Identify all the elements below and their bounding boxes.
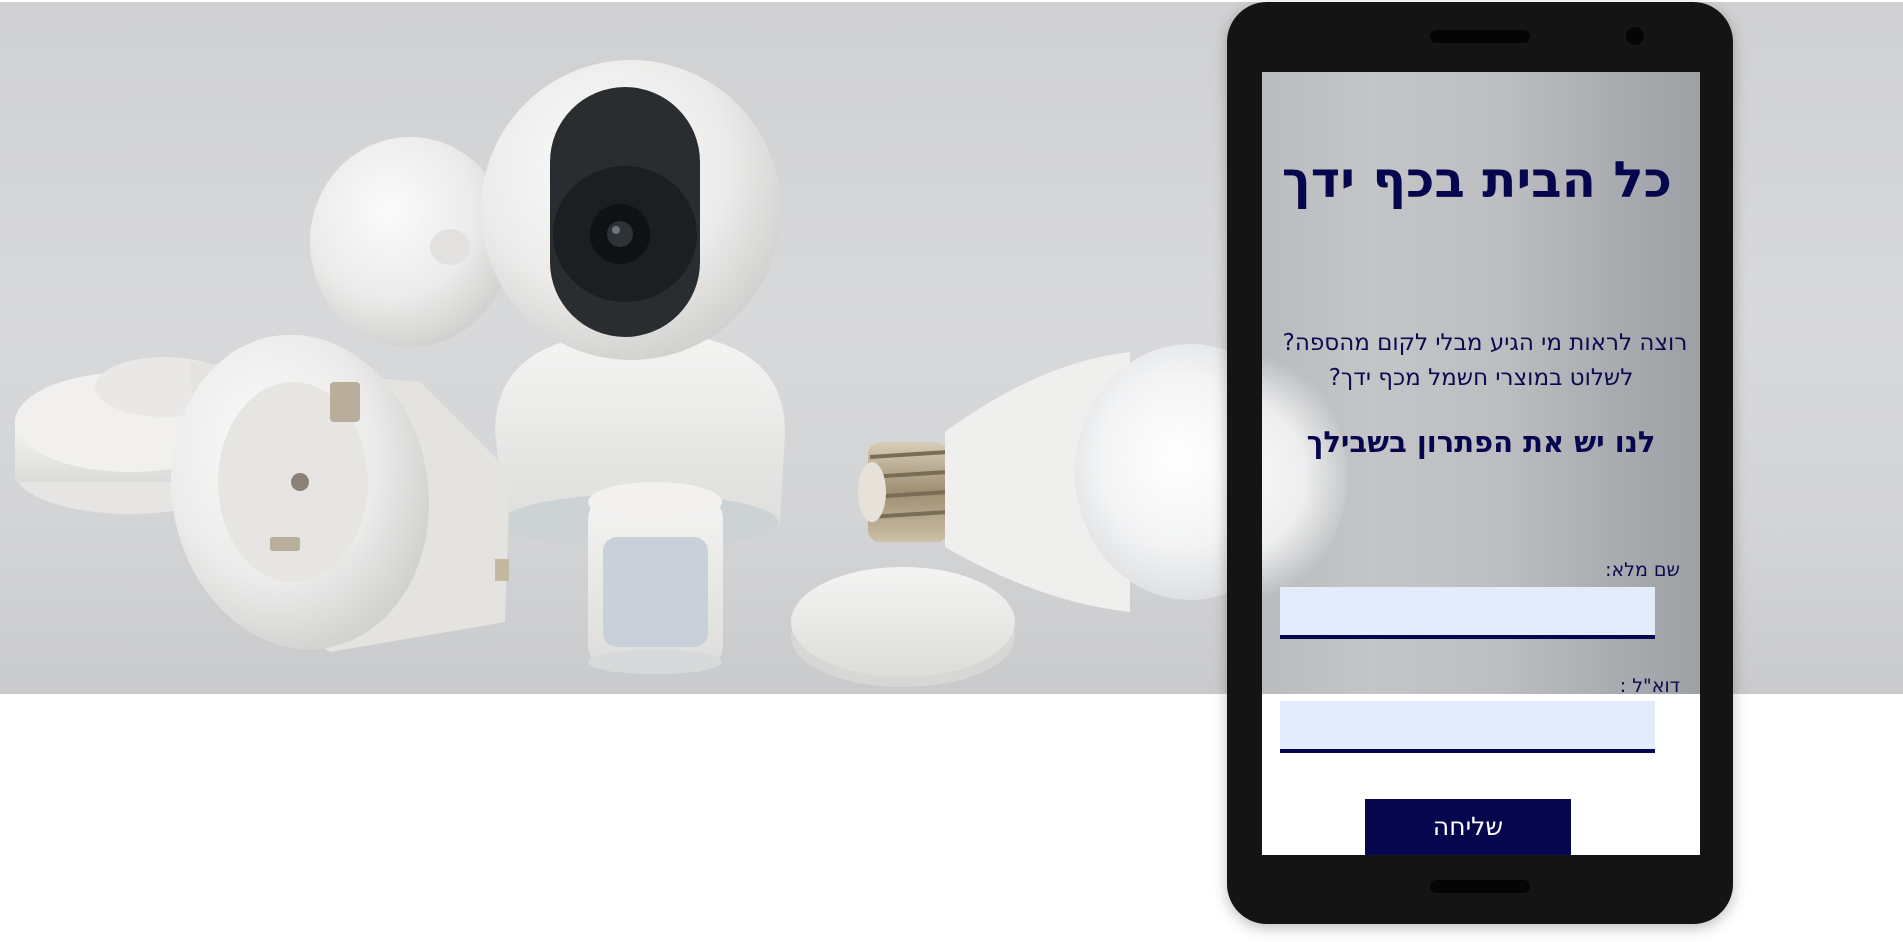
page-title: כל הבית בכף ידך: [1281, 151, 1672, 209]
security-camera-device: [481, 60, 781, 360]
landing-page: כל הבית בכף ידך רוצה לראות מי הגיע מבלי …: [0, 0, 1903, 942]
smart-plug-device: [170, 334, 510, 652]
phone-screen: כל הבית בכף ידך רוצה לראות מי הגיע מבלי …: [1262, 72, 1700, 855]
phone-camera-icon: [1626, 27, 1644, 45]
question-text-line2: לשלוט במוצרי חשמל מכף ידך?: [1328, 365, 1634, 391]
tagline: לנו יש את הפתרון בשבילך: [1306, 425, 1656, 459]
email-label: דוא"ל :: [1619, 675, 1680, 697]
full-name-input[interactable]: [1280, 587, 1655, 639]
wireless-button-device: [791, 567, 1015, 687]
phone-home-bar: [1430, 880, 1530, 893]
signup-form: כל הבית בכף ידך רוצה לראות מי הגיע מבלי …: [1262, 72, 1700, 855]
submit-button[interactable]: שליחה: [1365, 799, 1571, 855]
hub-device: [310, 137, 510, 347]
full-name-label: שם מלא:: [1605, 559, 1680, 581]
motion-sensor-device: [588, 482, 723, 674]
email-input[interactable]: [1280, 701, 1655, 753]
phone-speaker: [1430, 30, 1530, 43]
phone-mockup: כל הבית בכף ידך רוצה לראות מי הגיע מבלי …: [1227, 2, 1733, 924]
question-text-line1: רוצה לראות מי הגיע מבלי לקום מהספה?: [1282, 330, 1688, 356]
